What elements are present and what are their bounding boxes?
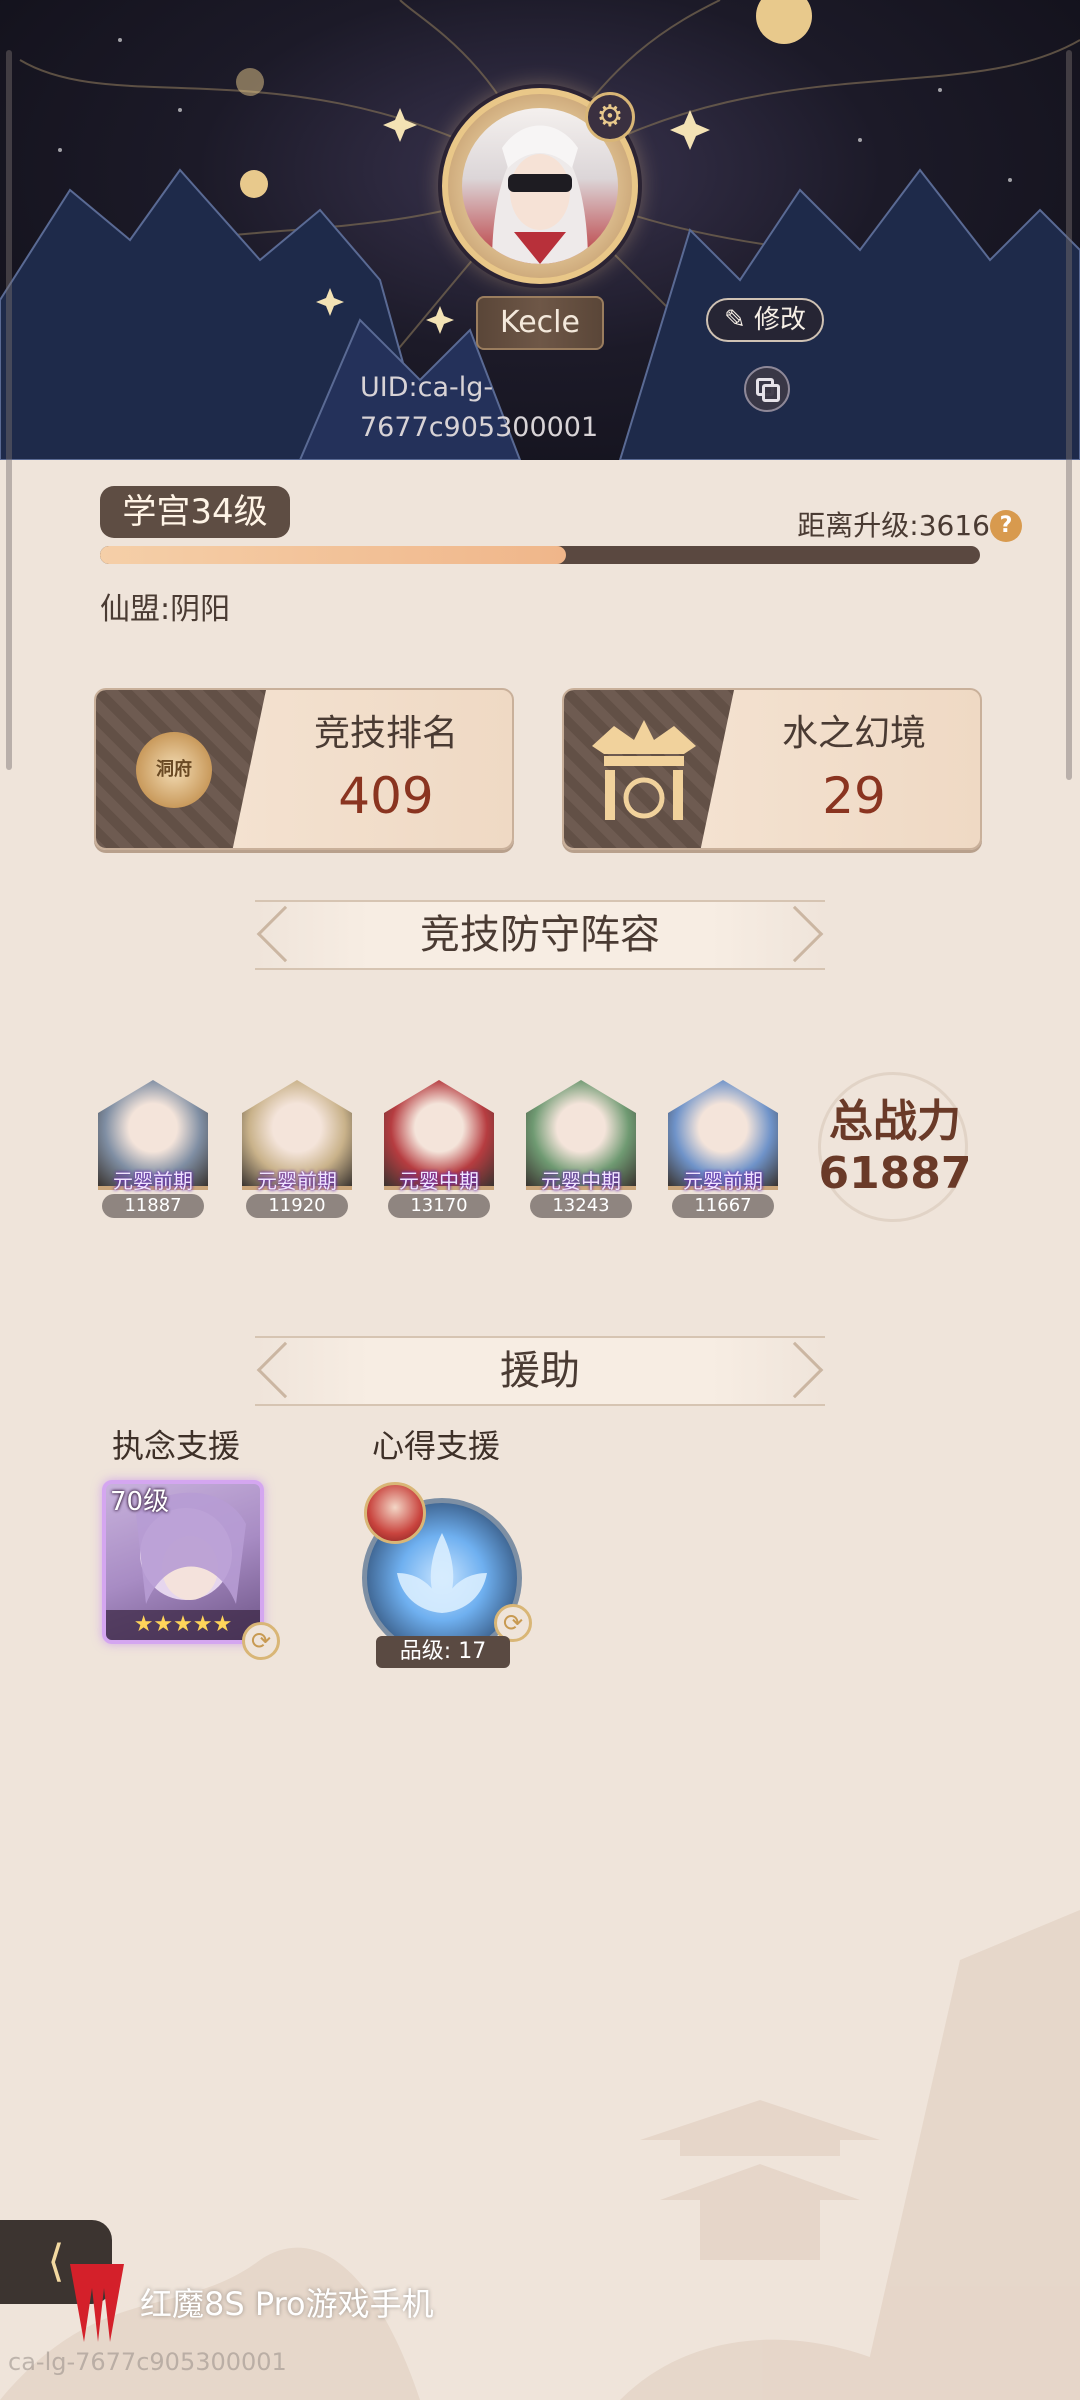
gate-icon (592, 720, 696, 820)
gear-icon[interactable]: ⚙ (585, 92, 635, 142)
insight-support-label: 心得支援 (372, 1427, 501, 1465)
title-ornament-right (766, 1341, 824, 1399)
level-progress-fill (100, 546, 567, 564)
help-icon[interactable]: ? (990, 510, 1022, 542)
assist-title-text: 援助 (500, 1348, 580, 1394)
hero-rank: 元婴中期 (541, 1169, 621, 1193)
hero-power: 11667 (672, 1194, 774, 1218)
hero-power: 11920 (246, 1194, 348, 1218)
level-progress-bar (100, 546, 980, 564)
hero-rank: 元婴前期 (113, 1169, 193, 1193)
water-realm-emblem (564, 690, 734, 848)
insight-hero-avatar (364, 1482, 426, 1544)
arena-rank-card[interactable]: 洞府 竞技排名 409 (94, 688, 514, 850)
total-power-value: 61887 (818, 1148, 972, 1199)
arena-rank-label: 竞技排名 (313, 713, 458, 754)
obsession-support-label: 执念支援 (112, 1427, 241, 1465)
arena-rank-value: 409 (338, 767, 434, 825)
assist-title: 援助 (255, 1336, 825, 1406)
obsession-support-card[interactable]: 70级 ★★★★★ (102, 1480, 264, 1644)
defense-hero-3[interactable]: 元婴中期 13170 (380, 1080, 498, 1220)
support-stars: ★★★★★ (106, 1610, 260, 1640)
copy-icon[interactable] (744, 366, 790, 412)
medal-icon: 洞府 (136, 732, 212, 808)
support-level: 70级 (110, 1487, 170, 1517)
hero-power: 13170 (388, 1194, 490, 1218)
hero-rank: 元婴前期 (257, 1169, 337, 1193)
uid-watermark: ca-lg-7677c905300001 (8, 2348, 287, 2376)
hero-rank: 元婴前期 (683, 1169, 763, 1193)
exp-to-next-level: 距离升级:3616 (797, 509, 990, 542)
edit-name-button[interactable]: ✎ 修改 (706, 298, 824, 342)
scrollbar-left[interactable] (6, 50, 12, 770)
title-ornament-left (256, 1341, 314, 1399)
hero-power: 13243 (530, 1194, 632, 1218)
arena-defense-title-text: 竞技防守阵容 (420, 912, 660, 958)
guild-name: 仙盟:阴阳 (100, 592, 231, 627)
scrollbar-right[interactable] (1066, 50, 1072, 780)
hero-power: 11887 (102, 1194, 204, 1218)
water-realm-value: 29 (822, 767, 886, 825)
pencil-icon: ✎ (723, 305, 746, 335)
title-ornament-right (766, 905, 824, 963)
insight-grade: 品级: 17 (376, 1636, 510, 1668)
arena-emblem: 洞府 (96, 690, 266, 848)
player-uid: UID:ca-lg-7677c905300001 (360, 372, 599, 443)
edit-name-label: 修改 (754, 305, 807, 335)
arena-defense-title: 竞技防守阵容 (255, 900, 825, 970)
water-realm-label: 水之幻境 (781, 713, 926, 754)
player-name: Kecle (476, 296, 604, 350)
defense-hero-1[interactable]: 元婴前期 11887 (94, 1080, 212, 1220)
swap-icon[interactable]: ⟳ (242, 1622, 280, 1660)
red-magic-logo (70, 2264, 124, 2342)
defense-hero-5[interactable]: 元婴前期 11667 (664, 1080, 782, 1220)
hero-rank: 元婴中期 (399, 1169, 479, 1193)
defense-hero-2[interactable]: 元婴前期 11920 (238, 1080, 356, 1220)
academy-level-badge: 学宫34级 (100, 486, 290, 538)
total-power-label: 总战力 (829, 1096, 961, 1147)
device-brand-text: 红魔8S Pro游戏手机 (140, 2285, 434, 2323)
defense-hero-4[interactable]: 元婴中期 13243 (522, 1080, 640, 1220)
title-ornament-left (256, 905, 314, 963)
copy-icon-front (762, 384, 780, 402)
water-realm-card[interactable]: 水之幻境 29 (562, 688, 982, 850)
profile-header: ⚙ Kecle ✎ 修改 UID:ca-lg-7677c905300001 (0, 0, 1080, 460)
